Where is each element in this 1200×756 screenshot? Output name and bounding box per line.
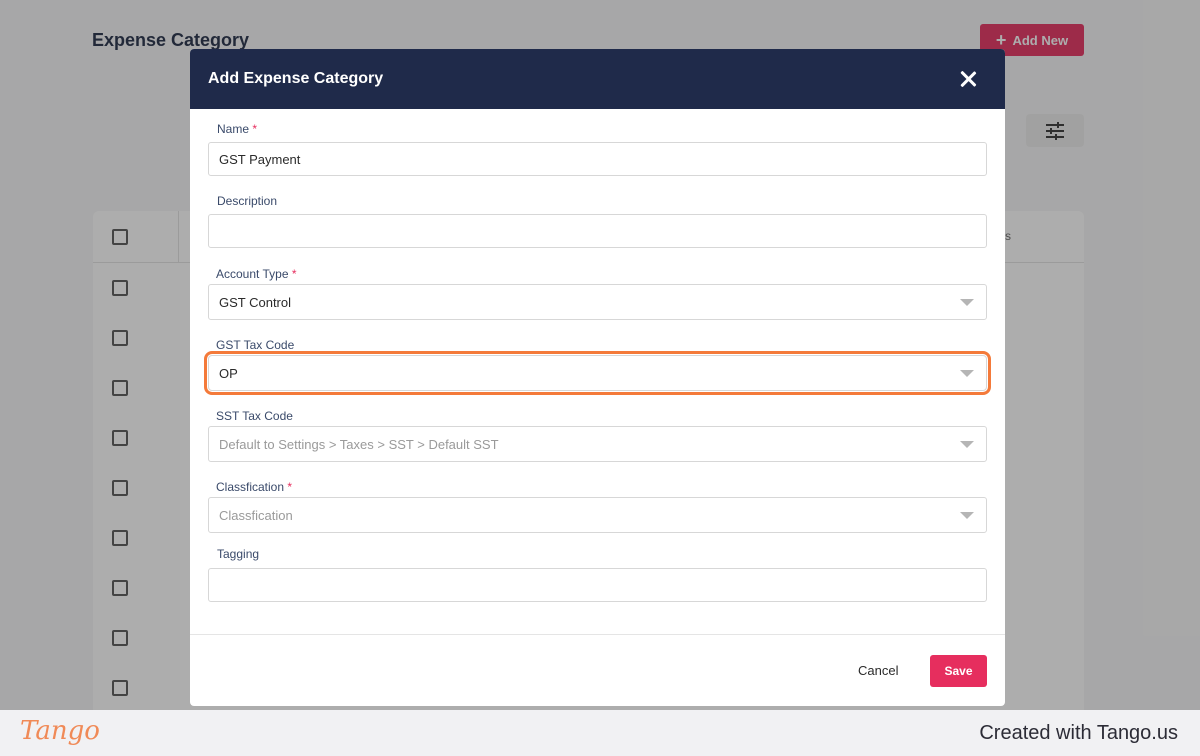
classification-label-text: Classfication [216,480,285,494]
sst-tax-code-label: SST Tax Code [216,409,293,423]
classification-label: Classfication * [216,480,292,494]
add-expense-category-modal: Add Expense Category Name * GST Payment … [190,49,1005,706]
gst-tax-code-label: GST Tax Code [216,338,295,352]
modal-header: Add Expense Category [190,49,1005,109]
name-input[interactable]: GST Payment [208,142,987,176]
account-type-label-text: Account Type [216,267,289,281]
tagging-label: Tagging [217,547,260,561]
classification-placeholder: Classfication [219,507,293,523]
account-type-label: Account Type * [216,267,297,281]
tango-footer: Tango Created with Tango.us [0,710,1200,756]
account-type-select[interactable]: GST Control [208,284,987,320]
required-marker: * [287,480,293,494]
chevron-down-icon [960,370,974,377]
modal-body: Name * GST Payment Description Account T… [190,109,1005,634]
description-input[interactable] [208,214,987,248]
modal-title: Add Expense Category [208,70,384,87]
name-label-text: Name [217,122,250,136]
name-label: Name * [217,122,257,136]
gst-tax-code-select[interactable]: OP [204,351,991,395]
required-marker: * [291,267,297,281]
required-marker: * [252,122,258,136]
chevron-down-icon [960,299,974,306]
name-value: GST Payment [219,151,301,167]
classification-select[interactable]: Classfication [208,497,987,533]
save-button[interactable]: Save [930,655,987,687]
sst-tax-code-placeholder: Default to Settings > Taxes > SST > Defa… [219,436,499,452]
tango-logo: Tango [20,716,100,746]
close-icon[interactable] [959,70,977,88]
chevron-down-icon [960,441,974,448]
gst-tax-code-value: OP [219,365,238,381]
chevron-down-icon [960,512,974,519]
sst-tax-code-select[interactable]: Default to Settings > Taxes > SST > Defa… [208,426,987,462]
tagging-input[interactable] [208,568,987,602]
description-label: Description [217,194,278,208]
modal-footer: Cancel Save [190,634,1005,706]
account-type-value: GST Control [219,294,292,310]
tango-credit: Created with Tango.us [979,722,1178,744]
cancel-button[interactable]: Cancel [858,663,898,678]
